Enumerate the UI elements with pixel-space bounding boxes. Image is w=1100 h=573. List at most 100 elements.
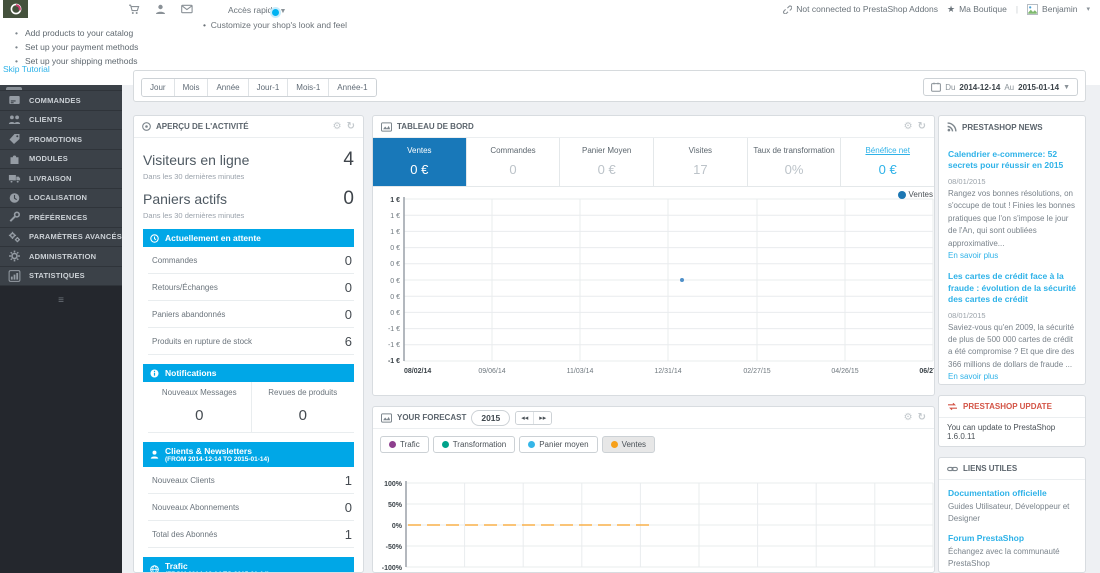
addons-status[interactable]: Not connected to PrestaShop Addons bbox=[782, 4, 938, 14]
stat-row[interactable]: Produits en rupture de stock 6 bbox=[148, 328, 354, 355]
skip-tutorial-link[interactable]: Skip Tutorial bbox=[3, 64, 50, 74]
range-button-jour-1[interactable]: Jour-1 bbox=[248, 79, 289, 96]
chevron-down-icon: ▼ bbox=[279, 8, 287, 15]
menu-collapse-icon: ≡ bbox=[58, 295, 64, 306]
gear-icon[interactable]: ⚙ bbox=[904, 121, 913, 132]
sidebar-item-livraison[interactable]: LIVRAISON bbox=[0, 169, 122, 189]
notifications-col-reviews[interactable]: Revues de produits 0 bbox=[252, 382, 355, 432]
link-description: Guides Utilisateur, Développeur et Desig… bbox=[948, 502, 1070, 523]
legend-button-ventes[interactable]: Ventes bbox=[601, 436, 656, 453]
legend-button-trafic[interactable]: Trafic bbox=[380, 436, 429, 453]
svg-text:50%: 50% bbox=[388, 502, 403, 509]
svg-text:0 €: 0 € bbox=[390, 245, 400, 252]
news-article-title[interactable]: Calendrier e-commerce: 52 secrets pour r… bbox=[948, 149, 1076, 172]
legend-button-panier-moyen[interactable]: Panier moyen bbox=[519, 436, 598, 453]
range-button-mois[interactable]: Mois bbox=[174, 79, 209, 96]
sidebar-item-clients[interactable]: CLIENTS bbox=[0, 111, 122, 130]
prestashop-logo[interactable] bbox=[3, 0, 28, 18]
shop-link[interactable]: ★ Ma Boutique bbox=[947, 4, 1007, 15]
onboarding-highlight-dot[interactable] bbox=[272, 9, 279, 16]
customers-section-header: Clients & Newsletters (FROM 2014-12-14 TO… bbox=[143, 442, 354, 467]
panier-moyen-dot-icon bbox=[528, 441, 536, 448]
svg-text:04/26/15: 04/26/15 bbox=[831, 368, 858, 375]
prestashop-swirl-icon bbox=[10, 3, 21, 15]
svg-text:-50%: -50% bbox=[386, 544, 403, 551]
bar-chart-icon bbox=[8, 269, 21, 282]
user-menu[interactable]: Benjamin bbox=[1027, 3, 1077, 15]
range-button-annee-1[interactable]: Année-1 bbox=[329, 79, 376, 96]
chain-icon bbox=[947, 465, 958, 473]
sidebar-item-commandes[interactable]: COMMANDES bbox=[0, 91, 122, 111]
legend-button-transformation[interactable]: Transformation bbox=[432, 436, 516, 453]
sales-data-point bbox=[680, 278, 684, 282]
tab-ventes[interactable]: Ventes 0 € bbox=[373, 138, 467, 186]
svg-text:-1 €: -1 € bbox=[388, 326, 400, 333]
user-icon[interactable] bbox=[155, 4, 166, 15]
refresh-icon[interactable]: ↻ bbox=[347, 121, 355, 132]
tab-taux-transformation[interactable]: Taux de transformation 0% bbox=[748, 138, 842, 186]
tab-panier-moyen[interactable]: Panier Moyen 0 € bbox=[560, 138, 655, 186]
trafic-dot-icon bbox=[389, 441, 396, 448]
notifications-table: Nouveaux Messages 0 Revues de produits 0 bbox=[148, 382, 354, 433]
envelope-icon[interactable] bbox=[181, 4, 193, 14]
chart-legend: Ventes bbox=[897, 190, 933, 199]
news-article-date: 08/01/2015 bbox=[948, 176, 986, 186]
sidebar-item-administration[interactable]: ADMINISTRATION bbox=[0, 247, 122, 267]
stat-row[interactable]: Commandes 0 bbox=[148, 247, 354, 274]
read-more-link[interactable]: En savoir plus bbox=[948, 251, 998, 260]
active-carts-stat: Paniers actifs 0 bbox=[143, 188, 354, 209]
range-button-annee[interactable]: Année bbox=[208, 79, 249, 96]
user-menu-caret-icon[interactable]: ▾ bbox=[1086, 5, 1090, 13]
link-title[interactable]: Documentation officielle bbox=[948, 488, 1076, 498]
gear-icon[interactable]: ⚙ bbox=[333, 121, 342, 132]
sidebar-item-localisation[interactable]: LOCALISATION bbox=[0, 189, 122, 208]
cart-icon[interactable] bbox=[128, 4, 140, 15]
news-article-title[interactable]: Les cartes de crédit face à la fraude : … bbox=[948, 271, 1076, 305]
kpi-tabs: Ventes 0 € Commandes 0 Panier Moyen 0 € Vis… bbox=[373, 138, 934, 187]
online-visitors-value: 4 bbox=[343, 149, 354, 170]
stat-row[interactable]: Nouveaux Clients 1 bbox=[148, 467, 354, 494]
stat-row[interactable]: Nouveaux Abonnements 0 bbox=[148, 494, 354, 521]
forward-icon[interactable]: ▸▸ bbox=[534, 411, 552, 424]
useful-link: Forum PrestaShop Échangez avec la commun… bbox=[939, 525, 1085, 570]
clock-globe-icon bbox=[9, 192, 20, 203]
person-icon bbox=[150, 450, 159, 459]
calendar-icon bbox=[931, 82, 942, 92]
news-panel: PRESTASHOP NEWS Calendrier e-commerce: 5… bbox=[938, 115, 1086, 385]
sidebar-collapse-button[interactable]: ≡ bbox=[54, 295, 68, 306]
truck-icon bbox=[8, 175, 21, 184]
sidebar-item-modules[interactable]: MODULES bbox=[0, 150, 122, 169]
stat-row[interactable]: Paniers abandonnés 0 bbox=[148, 301, 354, 328]
link-title[interactable]: Forum PrestaShop bbox=[948, 533, 1076, 543]
sidebar-item-parametres-avances[interactable]: PARAMÈTRES AVANCÉS bbox=[0, 228, 122, 247]
svg-text:08/02/14: 08/02/14 bbox=[404, 368, 431, 375]
stat-row[interactable]: Total des Abonnés 1 bbox=[148, 521, 354, 548]
info-icon bbox=[150, 369, 159, 378]
panel-title: PRESTASHOP UPDATE bbox=[963, 402, 1052, 411]
date-range-picker[interactable]: Du 2014-12-14 Au 2015-01-14 ▼ bbox=[923, 78, 1078, 96]
range-button-jour[interactable]: Jour bbox=[142, 79, 175, 96]
sidebar-item-promotions[interactable]: PROMOTIONS bbox=[0, 130, 122, 150]
rewind-icon[interactable]: ◂◂ bbox=[516, 411, 535, 424]
tab-benefice-net[interactable]: Bénéfice net 0 € bbox=[841, 138, 934, 186]
notifications-col-messages[interactable]: Nouveaux Messages 0 bbox=[148, 382, 252, 432]
svg-text:11/03/14: 11/03/14 bbox=[567, 368, 594, 375]
stat-row[interactable]: Retours/Échanges 0 bbox=[148, 274, 354, 301]
read-more-link[interactable]: En savoir plus bbox=[948, 372, 998, 381]
tab-visites[interactable]: Visites 17 bbox=[654, 138, 748, 186]
sidebar-item-preferences[interactable]: PRÉFÉRENCES bbox=[0, 208, 122, 228]
avatar-broken-image-icon bbox=[1027, 3, 1039, 15]
gear-icon[interactable]: ⚙ bbox=[904, 412, 913, 423]
sidebar-item-statistiques[interactable]: STATISTIQUES bbox=[0, 267, 122, 286]
svg-text:0 €: 0 € bbox=[390, 278, 400, 285]
tab-commandes[interactable]: Commandes 0 bbox=[467, 138, 561, 186]
forecast-nav: ◂◂ ▸▸ bbox=[515, 410, 553, 425]
notifications-section-header: Notifications bbox=[143, 364, 354, 382]
refresh-icon[interactable]: ↻ bbox=[918, 121, 926, 132]
range-button-mois-1[interactable]: Mois-1 bbox=[288, 79, 330, 96]
svg-text:-1 €: -1 € bbox=[388, 342, 400, 349]
refresh-icon[interactable]: ↻ bbox=[918, 412, 926, 423]
broken-link-icon bbox=[783, 5, 793, 14]
panel-title: YOUR FORECAST bbox=[397, 413, 467, 422]
onboarding-step: • Add products to your catalog bbox=[15, 28, 134, 38]
